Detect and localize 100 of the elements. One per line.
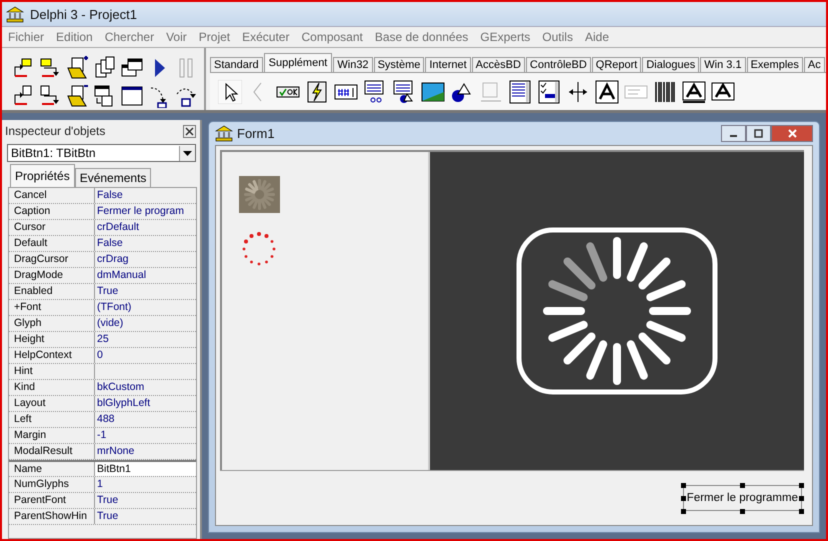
property-name: Margin [9, 428, 95, 443]
menu-item[interactable]: Projet [192, 30, 236, 44]
open-file-icon[interactable] [66, 56, 90, 80]
minimize-button[interactable] [721, 125, 746, 142]
menu-item[interactable]: Aide [578, 30, 616, 44]
menu-item[interactable]: Voir [160, 30, 193, 44]
property-name: Layout [9, 396, 95, 411]
close-program-button[interactable]: Fermer le programme [682, 485, 802, 511]
property-row[interactable]: Caption Fermer le program [9, 204, 196, 220]
maximize-icon [754, 129, 763, 138]
property-name: Cancel [9, 188, 95, 203]
close-button[interactable] [183, 124, 196, 138]
property-value: blGlyphLeft [96, 396, 152, 411]
property-row[interactable]: NumGlyphs 1 [9, 477, 196, 493]
property-value: -1 [96, 428, 108, 443]
scroll-box-icon[interactable] [508, 80, 532, 104]
caret-icon [183, 150, 192, 156]
menu-item[interactable]: Edition [50, 30, 99, 44]
draw-grid-icon[interactable] [392, 80, 416, 104]
copy-pages-icon[interactable] [93, 56, 117, 80]
object-selector[interactable]: BitBtn1: TBitBtn [7, 144, 196, 162]
palette-tab[interactable]: Supplément [264, 53, 332, 72]
palette-tab[interactable]: AccèsBD [472, 57, 525, 72]
property-value: True [96, 493, 120, 508]
property-name: DragMode [9, 268, 95, 283]
window-title: Delphi 3 - Project1 [30, 6, 137, 22]
property-name: ParentShowHin [9, 509, 95, 524]
menu-item[interactable]: Exécuter [236, 30, 296, 44]
maximize-button[interactable] [746, 125, 771, 142]
palette-tab[interactable]: Exemples [746, 57, 803, 72]
panel-title: Inspecteur d'objets [5, 124, 106, 138]
property-value: True [96, 284, 120, 299]
palette-tab[interactable]: Win32 [333, 57, 373, 72]
palette-tab[interactable]: ContrôleBD [526, 57, 591, 72]
property-name: ModalResult [9, 444, 95, 459]
property-value: 488 [96, 412, 116, 427]
property-name: Enabled [9, 284, 95, 299]
open-file-icon[interactable] [66, 84, 90, 108]
building-icon [6, 6, 24, 22]
lightning-icon[interactable] [305, 80, 329, 104]
property-value: (vide) [96, 316, 124, 331]
pointer-icon[interactable] [218, 80, 242, 104]
property-name: Height [9, 332, 95, 347]
letter-a-icon[interactable] [711, 80, 735, 104]
barcode-icon[interactable] [653, 80, 677, 104]
property-row[interactable]: Cancel False [9, 188, 196, 204]
window-title: Form1 [237, 126, 276, 141]
property-row[interactable]: Margin -1 [9, 428, 196, 444]
property-name: Default [9, 236, 95, 251]
menu-item[interactable]: Composant [295, 30, 369, 44]
property-name: HelpContext [9, 348, 95, 363]
property-row[interactable]: Name BitBtn1 [9, 460, 196, 477]
property-row[interactable]: Layout blGlyphLeft [9, 396, 196, 412]
menu-item[interactable]: Fichier [2, 30, 50, 44]
property-row[interactable]: Kind bkCustom [9, 380, 196, 396]
property-value: crDefault [96, 220, 140, 235]
property-name: Glyph [9, 316, 95, 331]
property-row[interactable]: Height 25 [9, 332, 196, 348]
palette-tab[interactable]: Ac [804, 57, 825, 72]
inspector-tab[interactable]: Propriétés [10, 164, 75, 187]
property-name: Cursor [9, 220, 95, 235]
palette-tab[interactable]: Dialogues [642, 57, 700, 72]
property-row[interactable]: Cursor crDefault [9, 220, 196, 236]
property-row[interactable]: +Font (TFont) [9, 300, 196, 316]
property-name: NumGlyphs [9, 477, 95, 492]
palette-tab[interactable]: Système [374, 57, 424, 72]
close-icon [788, 129, 796, 138]
property-value: mrNone [96, 444, 136, 459]
palette-tab[interactable]: Standard [210, 57, 263, 72]
property-row[interactable]: ModalResult mrNone [9, 444, 196, 460]
property-value: False [96, 188, 124, 203]
menu-item[interactable]: Outils [536, 30, 579, 44]
menu-item[interactable]: Chercher [98, 30, 160, 44]
property-row[interactable]: HelpContext 0 [9, 348, 196, 364]
menu-item[interactable]: GExperts [474, 30, 536, 44]
property-name: Caption [9, 204, 95, 219]
property-row[interactable]: Hint [9, 364, 196, 380]
property-value: True [96, 509, 120, 524]
property-value: 1 [96, 477, 104, 492]
property-name: Kind [9, 380, 95, 395]
check-list-icon[interactable] [537, 80, 561, 104]
window-icon[interactable] [120, 84, 144, 108]
letter-a-icon[interactable] [595, 80, 619, 104]
property-row[interactable]: Enabled True [9, 284, 196, 300]
splitter-icon[interactable] [566, 80, 590, 104]
property-row[interactable]: Default False [9, 236, 196, 252]
property-row[interactable]: Left 488 [9, 412, 196, 428]
palette-tab[interactable]: Internet [425, 57, 471, 72]
letter-a-icon[interactable] [682, 80, 706, 104]
landscape-image-icon[interactable] [421, 80, 445, 104]
palette-tab[interactable]: QReport [592, 57, 642, 72]
property-row[interactable]: DragMode dmManual [9, 268, 196, 284]
close-icon [185, 126, 194, 136]
palette-tab[interactable]: Win 3.1 [700, 57, 746, 72]
menu-item[interactable]: Base de données [368, 30, 474, 44]
property-row[interactable]: DragCursor crDrag [9, 252, 196, 268]
property-row[interactable]: ParentFont True [9, 493, 196, 509]
inspector-tab[interactable]: Evénements [74, 168, 152, 187]
property-row[interactable]: ParentShowHin True [9, 509, 196, 525]
property-row[interactable]: Glyph (vide) [9, 316, 196, 332]
